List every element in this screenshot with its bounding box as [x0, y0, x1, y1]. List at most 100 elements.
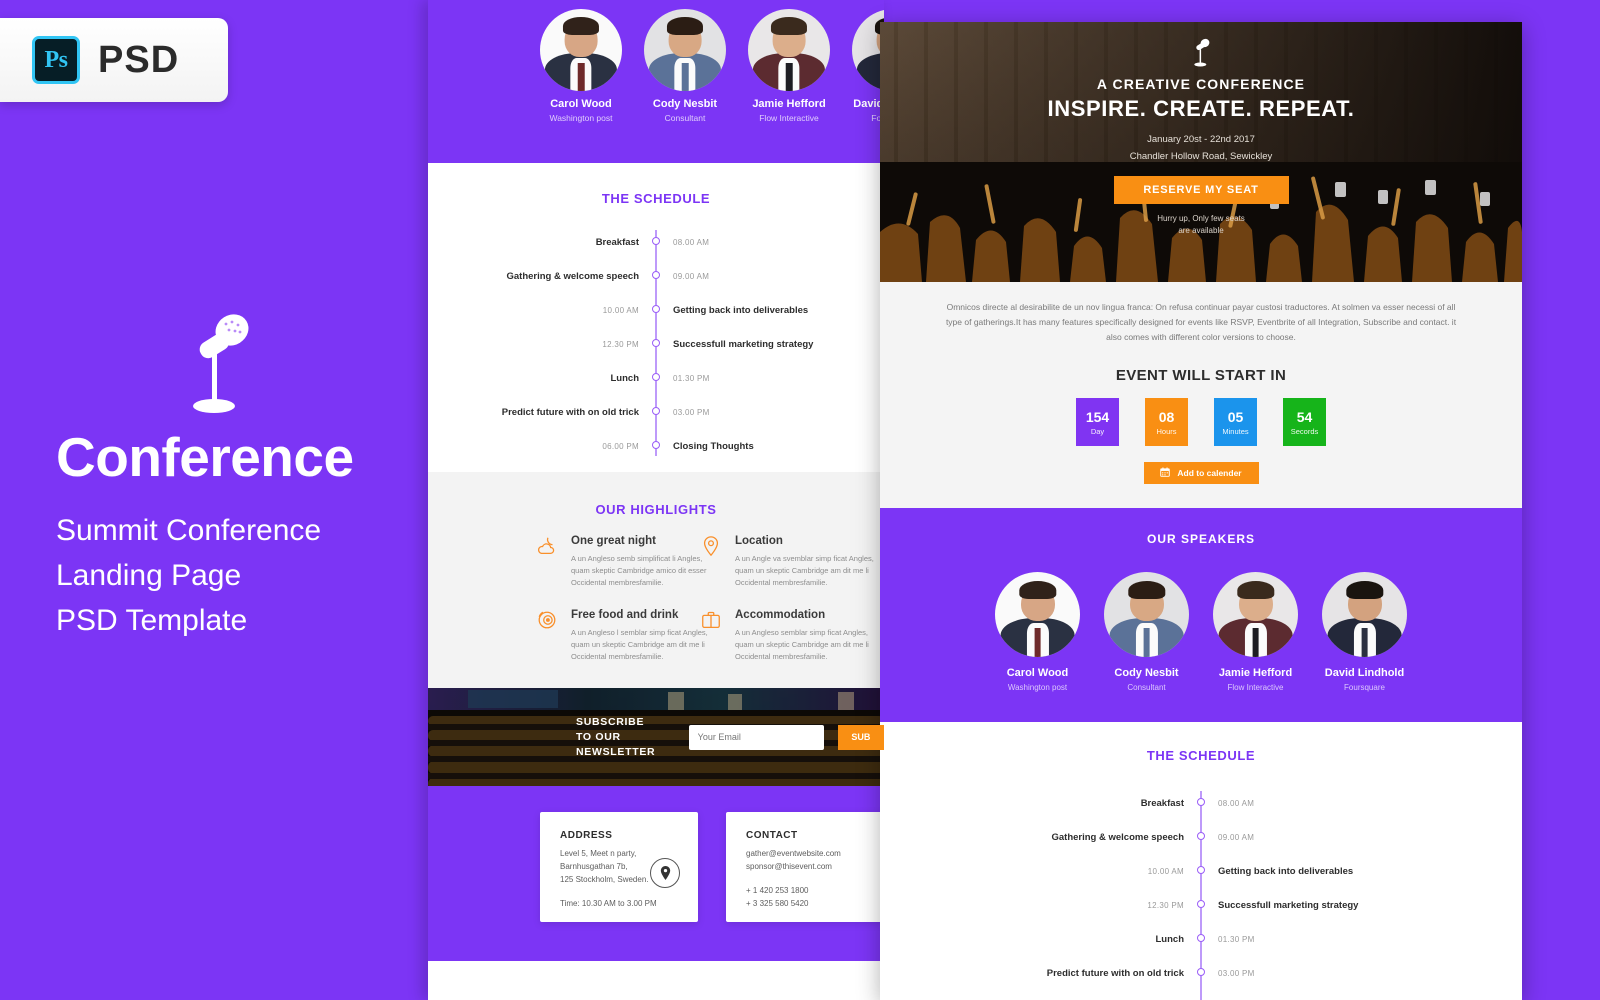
avatar-hair	[562, 17, 600, 36]
address-heading: ADDRESS	[560, 830, 613, 841]
address-card: ADDRESS Level 5, Meet n party, Barnhusga…	[540, 812, 698, 922]
left-cover-panel: Ps PSD Conference Summit Conference Land…	[0, 0, 428, 1000]
highlight-body: A un Angleso semblar simp ficat Angles, …	[735, 628, 869, 661]
speaker-card[interactable]: Cody Nesbit Consultant	[644, 9, 726, 123]
schedule-right-cell: Successfull marketing strategy	[656, 334, 838, 352]
schedule-left-cell: 12.30 PM	[474, 334, 656, 352]
avatar	[644, 9, 726, 91]
speaker-card[interactable]: Carol Wood Washington post	[540, 9, 622, 123]
add-to-calendar-label: Add to calender	[1177, 468, 1242, 478]
subtitle-line-1: Summit Conference	[56, 514, 322, 547]
schedule-item-time: 09.00 AM	[1218, 833, 1255, 842]
schedule-item-title: Getting back into deliverables	[1218, 866, 1354, 877]
schedule-row: 12.30 PM Successfull marketing strategy	[990, 887, 1412, 921]
timeline-dot	[1197, 968, 1205, 976]
speaker-card[interactable]: Carol Wood Washington post	[995, 572, 1080, 692]
countdown-label: Day	[1090, 426, 1105, 436]
speaker-role: Flow Interactive	[1227, 683, 1284, 692]
schedule-left-cell: 10.00 AM	[474, 300, 656, 318]
countdown-box: 08 Hours	[1145, 398, 1188, 446]
hero-note-line2: are available	[1178, 226, 1224, 235]
speaker-role: Washington post	[1007, 683, 1068, 692]
schedule-left-cell: Breakfast	[990, 793, 1201, 811]
reserve-seat-button[interactable]: RESERVE MY SEAT	[1113, 176, 1289, 204]
countdown-value: 05	[1227, 408, 1244, 425]
countdown-heading: EVENT WILL START IN	[1115, 367, 1287, 384]
newsletter-label: SUBSCRIBE TO OUR NEWSLETTER	[576, 715, 675, 760]
contact-email-2[interactable]: sponsor@thisevent.com	[746, 860, 864, 873]
timeline-dot	[1197, 866, 1205, 874]
schedule-left-cell: 12.30 PM	[990, 895, 1201, 913]
map-pin-icon	[700, 535, 722, 557]
avatar-tie	[1143, 628, 1150, 657]
highlight-heading: Location	[735, 535, 783, 547]
psd-file-badge: Ps PSD	[0, 18, 228, 102]
mid-contact-section: ADDRESS Level 5, Meet n party, Barnhusga…	[428, 786, 884, 961]
speaker-name: Jamie Hefford	[752, 98, 826, 110]
timeline-dot	[1197, 798, 1205, 806]
schedule-right-cell: 03.00 PM	[656, 402, 838, 420]
speaker-role: Consultant	[664, 113, 706, 123]
schedule-row: Predict future with on old trick 03.00 PM	[474, 394, 838, 428]
schedule-timeline: Breakfast 08.00 AM Gathering & welcome spe…	[990, 785, 1412, 1000]
schedule-row: 12.30 PM Successfull marketing strategy	[474, 326, 838, 360]
speaker-card[interactable]: Jamie Hefford Flow Interactive	[1213, 572, 1298, 692]
avatar-hair	[770, 17, 808, 36]
countdown-box: 05 Minutes	[1214, 398, 1257, 446]
hero-date: January 20st - 22nd 2017	[1147, 134, 1255, 145]
schedule-left-cell: Lunch	[474, 368, 656, 386]
right-preview-panel: A CREATIVE CONFERENCE INSPIRE. CREATE. R…	[880, 22, 1522, 1000]
highlight-body: A un Angleso semb simplificat li Angles,…	[571, 554, 707, 587]
countdown-row: 154 Day 08 Hours 05 Minutes 54 Secords	[940, 398, 1462, 446]
schedule-left-cell: Gathering & welcome speech	[474, 266, 656, 284]
speaker-card[interactable]: Jamie Hefford Flow Interactive	[748, 9, 830, 123]
newsletter-email-input[interactable]	[688, 724, 824, 750]
hero-location: Chandler Hollow Road, Sewickley	[1129, 151, 1273, 162]
avatar	[995, 572, 1080, 657]
avatar	[1104, 572, 1189, 657]
timeline-dot	[1197, 934, 1205, 942]
contact-heading: CONTACT	[746, 830, 798, 841]
hero-seat-note: Hurry up, Only few seats are available	[880, 213, 1522, 237]
schedule-section: THE SCHEDULE Breakfast 08.00 AM Gathering …	[880, 722, 1522, 1000]
countdown-value: 54	[1296, 408, 1313, 425]
middle-preview-panel: Carol Wood Washington post Cody Nesbit Cons…	[428, 0, 884, 1000]
hero-content: A CREATIVE CONFERENCE INSPIRE. CREATE. R…	[880, 22, 1522, 237]
schedule-row: Gathering & welcome speech 09.00 AM	[474, 258, 838, 292]
timeline-dot	[1197, 900, 1205, 908]
schedule-right-cell: 08.00 AM	[656, 232, 838, 250]
photoshop-icon: Ps	[32, 36, 80, 84]
avatar-tie	[1361, 628, 1368, 657]
highlight-heading: Free food and drink	[571, 609, 679, 621]
schedule-left-cell: Gathering & welcome speech	[990, 827, 1201, 845]
schedule-row: Predict future with on old trick 03.00 PM	[990, 955, 1412, 989]
highlight-item: Free food and drink A un Angleso l sembla…	[536, 609, 708, 663]
schedule-left-cell: 06.00 PM	[474, 436, 656, 454]
avatar-tie	[1034, 628, 1041, 657]
timeline-dot	[1197, 832, 1205, 840]
schedule-item-time: 06.00 PM	[602, 442, 639, 451]
schedule-item-title: Successfull marketing strategy	[1218, 900, 1359, 911]
subtitle-line-2: Landing Page	[56, 559, 242, 592]
speaker-card[interactable]: David Lindhold Foursquare	[1322, 572, 1407, 692]
schedule-row: Lunch 01.30 PM	[474, 360, 838, 394]
contact-email-1[interactable]: gather@eventwebsite.com	[746, 847, 864, 860]
schedule-right-cell: Closing Thoughts	[656, 436, 838, 454]
about-countdown-section: Omnicos directe al desirabilite de un no…	[880, 282, 1522, 508]
avatar-hair	[1345, 580, 1384, 600]
speaker-card[interactable]: Cody Nesbit Consultant	[1104, 572, 1189, 692]
highlight-item: Accommodation A un Angleso semblar simp f…	[700, 609, 869, 663]
mid-speakers-section: Carol Wood Washington post Cody Nesbit Cons…	[428, 0, 884, 163]
speaker-name: David Lindhold	[1324, 667, 1405, 679]
schedule-left-cell: Lunch	[990, 929, 1201, 947]
schedule-right-cell: 01.30 PM	[1201, 929, 1412, 947]
highlight-body: A un Angleso l semblar simp ficat Angles…	[571, 628, 708, 661]
schedule-item-time: 08.00 AM	[673, 238, 710, 247]
newsletter-submit-button[interactable]: SUB	[837, 724, 884, 750]
speaker-list: Carol Wood Washington post Cody Nesbit Cons…	[880, 572, 1522, 692]
schedule-item-time: 10.00 AM	[602, 306, 639, 315]
map-pin-icon	[650, 858, 680, 888]
schedule-item-title: Lunch	[1155, 934, 1185, 945]
add-to-calendar-button[interactable]: Add to calender	[1143, 462, 1259, 484]
contact-card: CONTACT gather@eventwebsite.com sponsor@…	[726, 812, 884, 922]
